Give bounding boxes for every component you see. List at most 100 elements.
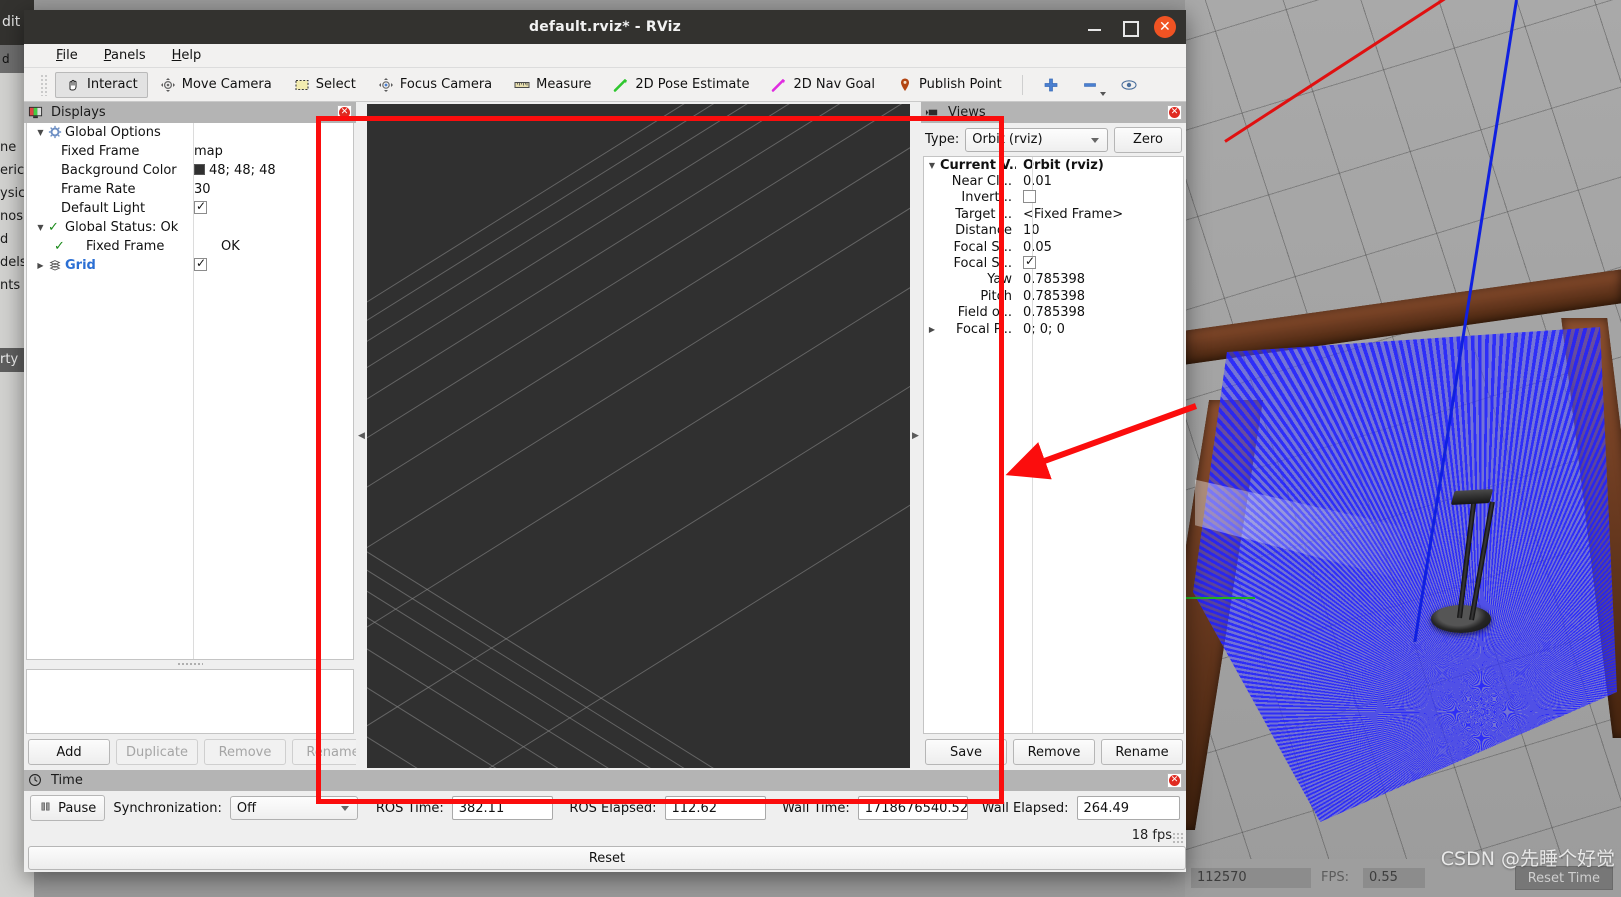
views-type-dropdown[interactable]: Orbit (rviz) [965, 127, 1108, 152]
ruler-icon [514, 77, 531, 93]
table-row[interactable]: ▼ Current V... Orbit (rviz) [924, 157, 1183, 173]
table-row[interactable]: Default Light [27, 199, 353, 218]
table-row[interactable]: ▼ Global Options [27, 123, 353, 142]
row-value[interactable]: 0; 0; 0 [1016, 322, 1183, 337]
table-row[interactable]: ▶ Grid [27, 256, 353, 275]
close-x-icon: ✕ [1169, 107, 1180, 118]
toolbar-drag-handle[interactable] [40, 73, 49, 96]
ros-elapsed-input[interactable]: 112.62 [664, 796, 767, 820]
tool-focus-camera[interactable]: Focus Camera [368, 72, 502, 98]
table-row[interactable]: Frame Rate 30 [27, 180, 353, 199]
table-row[interactable]: Target ... <Fixed Frame> [924, 206, 1183, 222]
zero-button[interactable]: Zero [1114, 126, 1182, 153]
tool-move-camera[interactable]: Move Camera [150, 72, 282, 98]
row-value: Orbit (rviz) [1023, 157, 1104, 173]
focus-shape-checkbox[interactable] [1023, 256, 1036, 270]
tool-visibility[interactable] [1111, 72, 1148, 98]
expand-arrow-icon[interactable]: ▼ [33, 128, 48, 137]
pause-button[interactable]: Pause [30, 795, 106, 821]
fps-status: 18 fps [24, 825, 1186, 845]
row-value[interactable] [187, 258, 353, 273]
maximize-icon[interactable] [1120, 18, 1139, 37]
row-value[interactable]: 0.785398 [1016, 272, 1183, 287]
table-row[interactable]: ✓ Fixed Frame OK [27, 237, 353, 256]
displays-splitter[interactable] [24, 660, 356, 666]
expand-arrow-icon[interactable]: ▼ [33, 223, 48, 232]
row-value[interactable]: <Fixed Frame> [1016, 207, 1183, 222]
row-value[interactable]: 30 [187, 182, 353, 197]
collapse-arrow-icon[interactable]: ▶ [33, 261, 48, 270]
tool-publish-point[interactable]: Publish Point [887, 72, 1012, 98]
tool-measure[interactable]: Measure [504, 72, 601, 98]
views-panel-close-button[interactable]: ✕ [1167, 105, 1182, 120]
table-row[interactable]: Focal S... 0.05 [924, 239, 1183, 255]
row-value[interactable]: 48; 48; 48 [187, 163, 353, 178]
displays-tree[interactable]: ▼ Global Options Fixed Frame map Backgro… [26, 123, 354, 660]
row-value[interactable] [1016, 256, 1183, 271]
chevron-down-icon[interactable] [1099, 91, 1106, 96]
remove-button: Remove [204, 739, 286, 765]
row-value[interactable]: 0.01 [1016, 174, 1183, 189]
close-x-icon: ✕ [339, 107, 350, 118]
expand-arrow-icon[interactable]: ▼ [924, 161, 940, 170]
wall-elapsed-input[interactable]: 264.49 [1076, 796, 1181, 820]
menu-file[interactable]: FFileile [56, 48, 78, 63]
table-row[interactable]: ▼ ✓ Global Status: Ok [27, 218, 353, 237]
table-row[interactable]: Fixed Frame map [27, 142, 353, 161]
table-row[interactable]: Invert... [924, 190, 1183, 206]
tool-interact[interactable]: Interact [55, 71, 148, 98]
views-tree[interactable]: ▼ Current V... Orbit (rviz) Near Cl... 0… [923, 156, 1184, 734]
default-light-checkbox[interactable] [194, 201, 207, 214]
menu-help[interactable]: Help [172, 48, 202, 63]
row-value[interactable]: 0.05 [1016, 240, 1183, 255]
tool-remove-panel[interactable] [1072, 72, 1109, 98]
right-splitter-handle[interactable]: ▶ [910, 102, 921, 770]
render-view-3d[interactable] [367, 104, 910, 768]
table-row[interactable]: Pitch 0.785398 [924, 288, 1183, 304]
tool-add-panel[interactable] [1033, 72, 1070, 98]
gazebo-reset-time-button[interactable]: Reset Time [1514, 866, 1613, 890]
add-button[interactable]: Add [28, 739, 110, 765]
gazebo-3d-scene[interactable] [1185, 0, 1621, 897]
tool-select[interactable]: Select [284, 72, 366, 98]
displays-panel-title: Displays [51, 105, 106, 120]
reset-button[interactable]: Reset [28, 846, 1186, 870]
table-row[interactable]: Near Cl... 0.01 [924, 173, 1183, 189]
resize-grip[interactable] [1172, 832, 1184, 844]
collapse-arrow-icon[interactable]: ▶ [924, 325, 940, 334]
row-value[interactable]: 10 [1016, 223, 1183, 238]
minimize-icon[interactable] [1086, 18, 1104, 36]
close-icon[interactable]: ✕ [1154, 16, 1176, 38]
row-value[interactable]: 0.785398 [1016, 289, 1183, 304]
row-label: Focal P... [955, 321, 1012, 337]
tool-2d-nav-goal[interactable]: 2D Nav Goal [761, 72, 885, 98]
table-row[interactable]: Background Color 48; 48; 48 [27, 161, 353, 180]
table-row[interactable]: Yaw 0.785398 [924, 272, 1183, 288]
views-rename-button[interactable]: Rename [1101, 739, 1183, 765]
row-value[interactable] [187, 201, 353, 216]
time-panel-close-button[interactable]: ✕ [1167, 773, 1182, 788]
invert-checkbox[interactable] [1023, 190, 1036, 204]
tool-publish-point-label: Publish Point [919, 77, 1002, 92]
displays-panel-close-button[interactable]: ✕ [337, 105, 352, 120]
table-row[interactable]: Distance 10 [924, 223, 1183, 239]
ros-time-input[interactable]: 382.11 [451, 796, 554, 820]
row-value[interactable]: map [187, 144, 353, 159]
close-x-icon: ✕ [1169, 775, 1180, 786]
save-button[interactable]: Save [925, 739, 1007, 765]
eye-icon [1121, 77, 1138, 93]
left-splitter-handle[interactable]: ◀ [356, 102, 367, 770]
row-label: Focal S... [953, 239, 1012, 255]
row-value[interactable] [1016, 190, 1183, 205]
wall-time-input[interactable]: 1718676540.52 [857, 796, 968, 820]
table-row[interactable]: Field o... 0.785398 [924, 305, 1183, 321]
sync-dropdown[interactable]: Off [229, 796, 358, 820]
grid-enabled-checkbox[interactable] [194, 258, 207, 271]
table-row[interactable]: Focal S... [924, 255, 1183, 271]
row-label: Background Color [61, 163, 177, 178]
row-value[interactable]: 0.785398 [1016, 305, 1183, 320]
menu-panels[interactable]: Panels [104, 48, 146, 63]
views-remove-button[interactable]: Remove [1013, 739, 1095, 765]
tool-2d-pose-estimate[interactable]: 2D Pose Estimate [603, 72, 759, 98]
table-row[interactable]: ▶ Focal P... 0; 0; 0 [924, 321, 1183, 337]
